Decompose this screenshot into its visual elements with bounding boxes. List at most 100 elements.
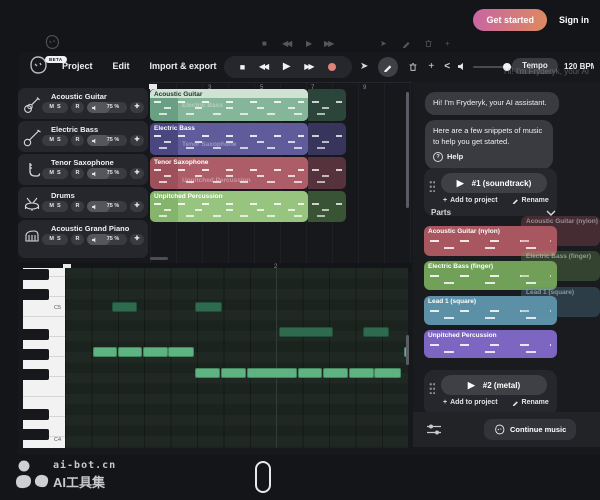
mute-solo-buttons[interactable]: M S — [42, 234, 68, 245]
mute-solo-buttons[interactable]: M S — [42, 201, 68, 212]
midi-note[interactable] — [247, 368, 297, 378]
help-link[interactable]: ?Help — [433, 152, 545, 163]
record-button[interactable] — [328, 63, 336, 71]
track-volume-slider[interactable]: 75 % — [87, 102, 127, 113]
track-options-icon[interactable]: ✚ — [130, 234, 144, 245]
track-volume-slider[interactable]: 75 % — [87, 168, 127, 179]
clip-unpitched-percussion[interactable]: Unpitched Percussion — [150, 191, 308, 222]
midi-note[interactable] — [298, 368, 322, 378]
midi-note[interactable] — [374, 368, 401, 378]
trash-icon[interactable] — [408, 62, 418, 72]
menu-project[interactable]: Project — [62, 61, 93, 71]
pencil-tool-button[interactable] — [378, 57, 398, 77]
part-label: Unpitched Percussion — [428, 332, 497, 339]
ghost-forward-icon: ▶▶ — [324, 39, 332, 48]
midi-note[interactable] — [323, 368, 348, 378]
get-started-button[interactable]: Get started — [473, 9, 547, 31]
clip-tenor-saxophone[interactable]: Tenor Saxophone — [150, 157, 308, 189]
track-options-icon[interactable]: ✚ — [130, 201, 144, 212]
arrangement-vertical-scrollbar[interactable] — [406, 92, 409, 208]
snippet-2-play-button[interactable]: ▶ #2 (metal) — [441, 375, 547, 395]
stop-button[interactable]: ■ — [240, 63, 243, 72]
add-track-icon[interactable]: + — [428, 62, 434, 72]
rename-button[interactable]: Rename — [512, 399, 549, 406]
ghost-cursor-icon: ➤ — [380, 39, 387, 48]
mute-solo-buttons[interactable]: M S — [42, 135, 68, 146]
record-arm-button[interactable]: R — [71, 201, 84, 212]
black-key[interactable] — [23, 269, 49, 280]
midi-note[interactable] — [363, 327, 389, 337]
midi-note[interactable] — [195, 302, 222, 312]
track-acoustic-grand-piano[interactable]: Acoustic Grand PianoM SR75 %✚ — [18, 220, 148, 258]
snap-icon[interactable]: < — [444, 62, 450, 72]
black-key[interactable] — [23, 429, 49, 440]
drag-handle-icon[interactable] — [429, 382, 435, 394]
part-unpitched-percussion[interactable]: Unpitched Percussion — [424, 330, 557, 358]
rename-button[interactable]: Rename — [512, 197, 549, 204]
clip-acoustic-guitar[interactable]: Acoustic Guitar — [150, 89, 308, 121]
assistant-intro-text: Here are a few snippets of music to help… — [433, 126, 542, 146]
drag-handle-icon[interactable] — [429, 180, 435, 192]
add-to-project-button[interactable]: + Add to project — [443, 399, 498, 406]
ghost-transport-row: ■ ◀◀ ▶ ▶▶ ➤ + — [0, 38, 600, 52]
key-separator — [23, 396, 65, 397]
mouse-cursor-pill-icon — [255, 461, 271, 493]
track-volume-slider[interactable]: 75 % — [87, 201, 127, 212]
ghost-clip — [308, 191, 346, 222]
clip-label: Unpitched Percussion — [154, 193, 223, 200]
play-icon: ▶ — [457, 178, 464, 189]
ghost-clip-label: Tenor Saxophone — [182, 141, 236, 148]
record-arm-button[interactable]: R — [71, 135, 84, 146]
midi-note[interactable] — [168, 347, 194, 357]
midi-note[interactable] — [195, 368, 220, 378]
sign-in-button[interactable]: Sign in — [559, 15, 589, 25]
settings-sliders-icon[interactable] — [426, 423, 442, 436]
cursor-tool-icon[interactable]: ➤ — [360, 62, 368, 72]
midi-note[interactable] — [118, 347, 142, 357]
track-options-icon[interactable]: ✚ — [130, 102, 144, 113]
midi-note[interactable] — [93, 347, 117, 357]
arrangement-horizontal-scrollbar[interactable] — [150, 257, 168, 260]
piano-roll-scrollbar[interactable] — [406, 335, 409, 365]
mute-solo-buttons[interactable]: M S — [42, 168, 68, 179]
menu-import-export[interactable]: Import & export — [150, 61, 217, 71]
black-key[interactable] — [23, 289, 49, 300]
midi-note[interactable] — [279, 327, 333, 337]
track-tenor-saxophone[interactable]: Tenor SaxophoneM SR75 %✚ — [18, 154, 148, 185]
ghost-play-icon: ▶ — [306, 39, 312, 48]
speaker-icon[interactable] — [458, 62, 467, 71]
piano-keyboard[interactable]: C5C4 — [23, 268, 65, 448]
track-drums[interactable]: DrumsM SR75 %✚ — [18, 187, 148, 218]
track-volume-slider[interactable]: 75 % — [87, 234, 127, 245]
rewind-button[interactable]: ◀◀ — [259, 63, 267, 71]
record-arm-button[interactable]: R — [71, 102, 84, 113]
track-options-icon[interactable]: ✚ — [130, 168, 144, 179]
track-volume-value: 75 % — [95, 104, 120, 110]
track-volume-slider[interactable]: 75 % — [87, 135, 127, 146]
continue-music-button[interactable]: Continue music — [484, 419, 576, 440]
parts-label: Parts — [431, 208, 451, 217]
menu-edit[interactable]: Edit — [113, 61, 130, 71]
midi-note[interactable] — [112, 302, 137, 312]
piano-roll-grid[interactable] — [65, 268, 408, 448]
track-electric-bass[interactable]: Electric BassM SR75 %✚ — [18, 121, 148, 152]
midi-note[interactable] — [221, 368, 246, 378]
black-key[interactable] — [23, 349, 49, 360]
play-button[interactable]: ▶ — [283, 62, 289, 72]
midi-note[interactable] — [349, 368, 374, 378]
arrangement-timeline[interactable]: 3579Acoustic GuitarElectric BassTenor Sa… — [150, 82, 412, 264]
midi-note[interactable] — [143, 347, 168, 357]
mute-solo-buttons[interactable]: M S — [42, 102, 68, 113]
fast-forward-button[interactable]: ▶▶ — [304, 63, 312, 71]
clip-electric-bass[interactable]: Electric Bass — [150, 123, 308, 155]
record-arm-button[interactable]: R — [71, 168, 84, 179]
record-arm-button[interactable]: R — [71, 234, 84, 245]
snippet-1-play-button[interactable]: ▶ #1 (soundtrack) — [441, 173, 547, 193]
black-key[interactable] — [23, 329, 49, 340]
black-key[interactable] — [23, 409, 49, 420]
track-options-icon[interactable]: ✚ — [130, 135, 144, 146]
track-acoustic-guitar[interactable]: Acoustic GuitarM SR75 %✚ — [18, 88, 148, 119]
add-to-project-button[interactable]: + Add to project — [443, 197, 498, 204]
watermark-cjk: AI工具集 — [53, 472, 105, 491]
black-key[interactable] — [23, 369, 49, 380]
